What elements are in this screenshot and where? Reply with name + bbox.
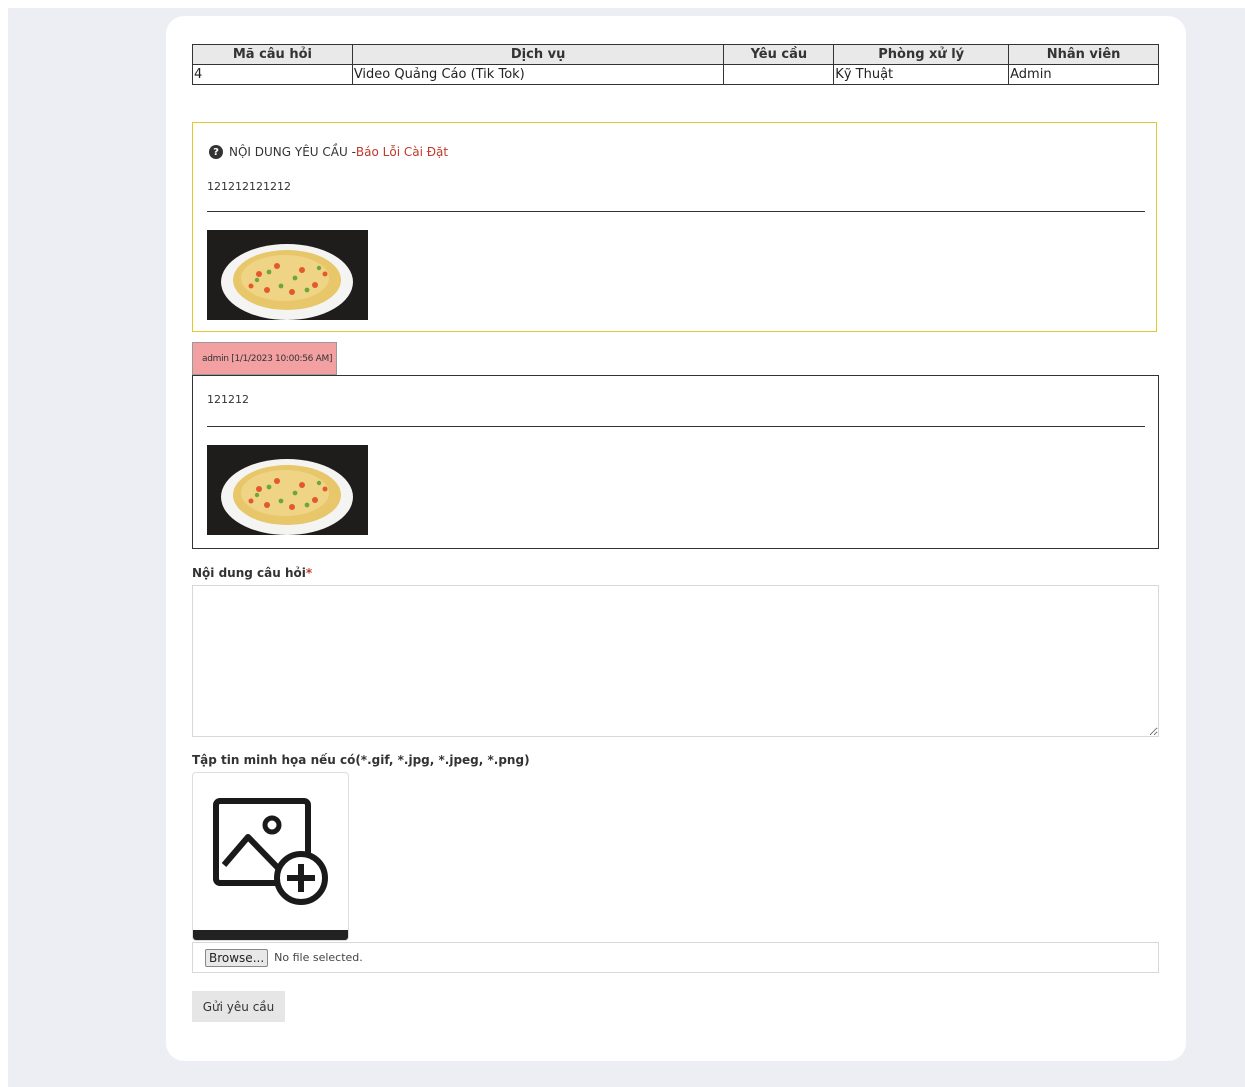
reply-author-tag: admin [1/1/2023 10:00:56 AM] (192, 342, 337, 375)
cell-question-id: 4 (192, 64, 353, 85)
cell-department: Kỹ Thuật (833, 64, 1010, 85)
submit-request-button[interactable]: Gửi yêu cầu (192, 991, 285, 1022)
add-image-icon (213, 798, 328, 905)
attachment-label: Tập tin minh họa nếu có(*.gif, *.jpg, *.… (192, 753, 530, 767)
header-request: Yêu cầu (723, 44, 835, 65)
no-file-status: No file selected. (274, 951, 363, 964)
reply-content-box: 121212 (192, 375, 1159, 549)
divider (207, 211, 1145, 212)
header-department: Phòng xử lý (833, 44, 1010, 65)
required-mark: * (305, 566, 313, 580)
preview-footer-bar (193, 930, 348, 940)
header-staff: Nhân viên (1008, 44, 1159, 65)
question-content-textarea[interactable] (192, 585, 1159, 737)
header-service: Dịch vụ (351, 44, 725, 65)
table-row: 4 Video Quảng Cáo (Tik Tok) Kỹ Thuật Adm… (192, 64, 1159, 85)
reply-text: 121212 (207, 393, 249, 406)
file-input-row: Browse... No file selected. (192, 942, 1159, 973)
ticket-info-table: Mã câu hỏi Dịch vụ Yêu cầu Phòng xử lý N… (192, 44, 1159, 85)
content-label-text: Nội dung câu hỏi (192, 566, 306, 580)
browse-button[interactable]: Browse... (205, 948, 269, 967)
request-category: Báo Lỗi Cài Đặt (355, 145, 449, 159)
cell-request (723, 64, 835, 85)
divider (207, 426, 1145, 427)
attached-image[interactable] (207, 445, 368, 535)
request-title: NỘI DUNG YÊU CẦU - (229, 145, 356, 159)
image-upload-preview[interactable] (192, 772, 349, 941)
cell-staff: Admin (1008, 64, 1159, 85)
request-text: 121212121212 (207, 180, 291, 193)
cell-service: Video Quảng Cáo (Tik Tok) (351, 64, 725, 85)
request-content-box: ? NỘI DUNG YÊU CẦU - Báo Lỗi Cài Đặt 121… (192, 122, 1157, 332)
question-circle-icon: ? (209, 145, 223, 159)
attached-image[interactable] (207, 230, 368, 320)
header-question-id: Mã câu hỏi (192, 44, 353, 65)
table-header-row: Mã câu hỏi Dịch vụ Yêu cầu Phòng xử lý N… (192, 44, 1159, 65)
content-label: Nội dung câu hỏi* (192, 566, 312, 580)
request-heading: ? NỘI DUNG YÊU CẦU - Báo Lỗi Cài Đặt (209, 145, 448, 159)
